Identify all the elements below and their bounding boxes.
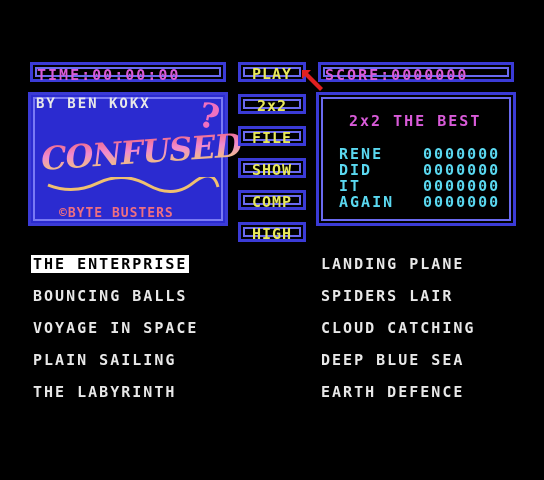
game-item-cloud-catching[interactable]: CLOUD CATCHING (321, 319, 475, 337)
game-item-landing-plane[interactable]: LANDING PLANE (321, 255, 464, 273)
show-label: SHOW (251, 161, 293, 179)
game-item-spiders-lair[interactable]: SPIDERS LAIR (321, 287, 453, 305)
highscore-score: 0000000 (423, 193, 501, 211)
game-item-bouncing-balls[interactable]: BOUNCING BALLS (33, 287, 187, 305)
game-item-the-enterprise[interactable]: THE ENTERPRISE (31, 255, 190, 273)
comp-label: COMP (251, 193, 293, 211)
file-button[interactable]: FILE (238, 126, 306, 147)
game-item-plain-sailing[interactable]: PLAIN SAILING (33, 351, 176, 369)
game-item-earth-defence[interactable]: EARTH DEFENCE (321, 383, 464, 401)
game-item-deep-blue-sea[interactable]: DEEP BLUE SEA (321, 351, 464, 369)
publisher-text: ©BYTE BUSTERS (59, 206, 174, 221)
mode-label: 2x2 (256, 97, 288, 115)
logo-scribble (47, 177, 220, 193)
credit-text: BY BEN KOKX (36, 96, 151, 112)
timer-box: TIME:00:00:00 (30, 62, 226, 84)
score-box: SCORE:0000000 (318, 62, 514, 84)
game-item-the-labyrinth[interactable]: THE LABYRINTH (33, 383, 176, 401)
play-label: PLAY (251, 65, 293, 83)
highscore-panel: 2x2 THE BEST RENE 0000000 DID 0000000 IT… (316, 92, 516, 226)
game-item-voyage-in-space[interactable]: VOYAGE IN SPACE (33, 319, 198, 337)
logo-panel: BY BEN KOKX ? CONFUSED ©BYTE BUSTERS (28, 92, 243, 226)
high-button[interactable]: HIGH (238, 222, 306, 243)
highscore-title: 2x2 THE BEST (349, 112, 482, 130)
file-label: FILE (251, 129, 293, 147)
mode-2x2-button[interactable]: 2x2 (238, 94, 306, 115)
highscore-name: AGAIN (339, 193, 395, 211)
show-button[interactable]: SHOW (238, 158, 306, 179)
comp-button[interactable]: COMP (238, 190, 306, 211)
high-label: HIGH (251, 225, 293, 243)
timer-text: TIME:00:00:00 (37, 66, 181, 84)
score-text: SCORE:0000000 (325, 66, 469, 84)
play-button[interactable]: PLAY (238, 62, 306, 83)
